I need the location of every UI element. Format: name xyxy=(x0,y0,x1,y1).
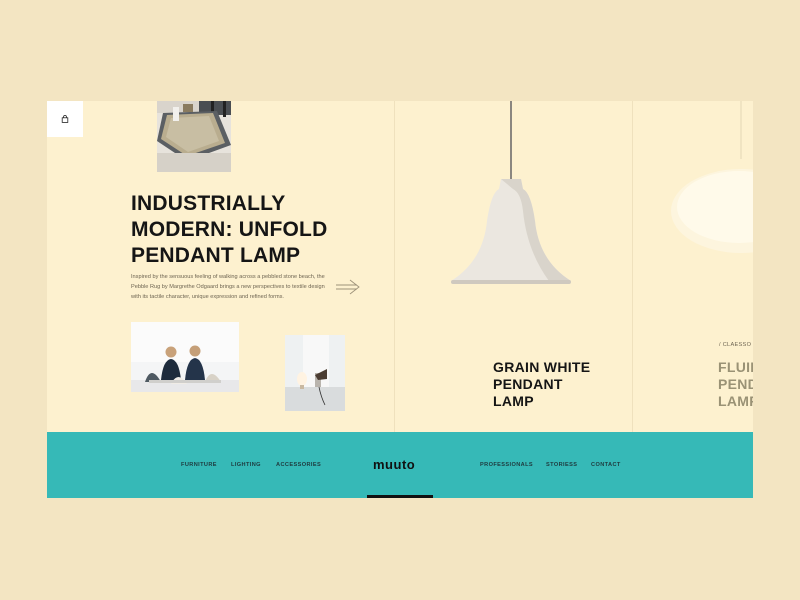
headline-line: MODERN: UNFOLD xyxy=(131,218,328,241)
next-product-title[interactable]: FLUID PEND LAMP xyxy=(718,359,753,410)
column-divider xyxy=(632,101,633,432)
product-title[interactable]: GRAIN WHITE PENDANT LAMP xyxy=(493,359,590,410)
nav-link-contact[interactable]: CONTACT xyxy=(591,462,621,468)
product-title-line: PEND xyxy=(718,376,753,392)
rug-photo xyxy=(157,101,231,172)
pendant-lamp-image xyxy=(449,101,573,287)
active-nav-indicator xyxy=(367,495,433,498)
nav-link-lighting[interactable]: LIGHTING xyxy=(231,462,261,468)
product-title-line: LAMP xyxy=(718,393,753,409)
hero-panel: INDUSTRIALLY MODERN: UNFOLD PENDANT LAMP… xyxy=(47,101,753,498)
nav-link-furniture[interactable]: FURNITURE xyxy=(181,462,217,468)
column-divider xyxy=(394,101,395,432)
arrow-right-icon xyxy=(336,279,360,295)
product-title-line: GRAIN WHITE xyxy=(493,359,591,375)
nav-link-stories[interactable]: STORIESS xyxy=(546,462,577,468)
next-product-breadcrumb: / CLAESSO xyxy=(719,342,752,348)
product-title-line: FLUID xyxy=(718,359,753,375)
article-headline: INDUSTRIALLY MODERN: UNFOLD PENDANT LAMP xyxy=(131,191,371,269)
fluid-lamp-image xyxy=(667,101,753,261)
brand-logo[interactable]: muuto xyxy=(373,457,415,472)
nav-link-professionals[interactable]: PROFESSIONALS xyxy=(480,462,533,468)
table-lamp-photo xyxy=(285,335,345,411)
next-arrow-button[interactable] xyxy=(335,279,361,295)
nav-link-accessories[interactable]: ACCESSORIES xyxy=(276,462,321,468)
product-title-line: PENDANT xyxy=(493,376,563,392)
main-navigation: FURNITURE LIGHTING ACCESSORIES muuto PRO… xyxy=(47,432,753,498)
product-title-line: LAMP xyxy=(493,393,534,409)
headline-line: INDUSTRIALLY xyxy=(131,192,286,215)
cart-button[interactable] xyxy=(47,101,83,137)
shopping-bag-icon xyxy=(61,115,69,123)
designers-photo xyxy=(131,322,239,392)
headline-line: PENDANT LAMP xyxy=(131,244,301,267)
article-description: Inspired by the sensuous feeling of walk… xyxy=(131,274,325,300)
